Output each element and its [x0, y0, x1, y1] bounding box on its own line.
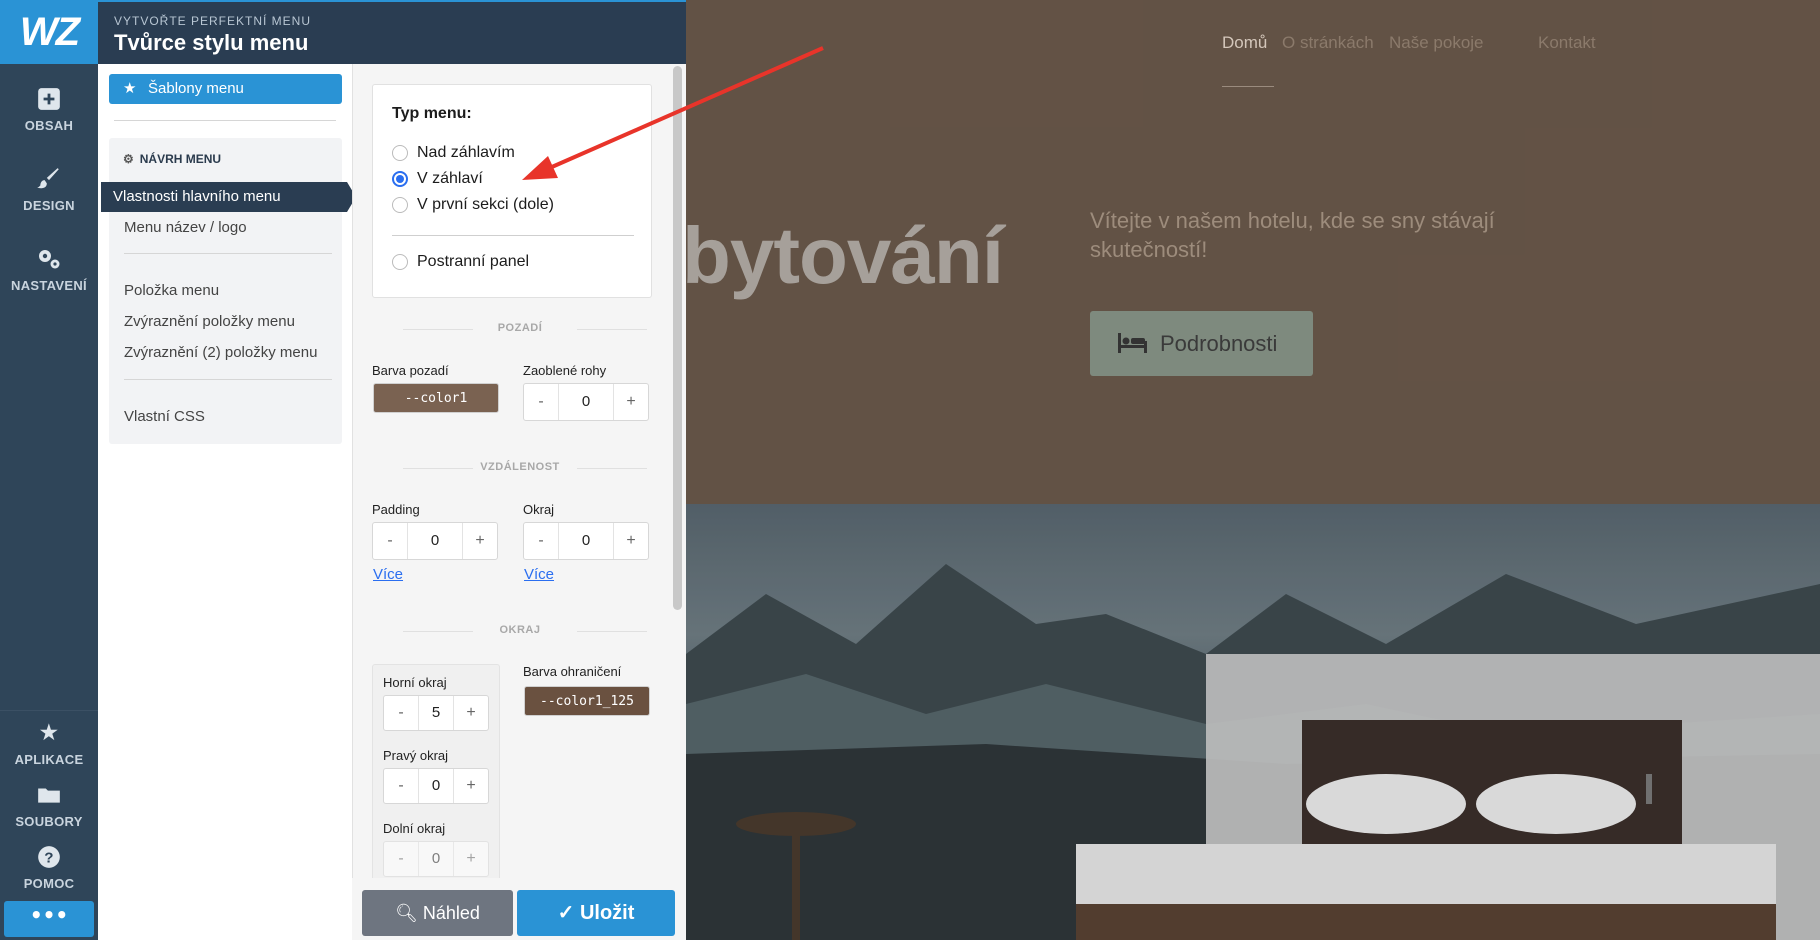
annotation-arrow [522, 46, 824, 180]
